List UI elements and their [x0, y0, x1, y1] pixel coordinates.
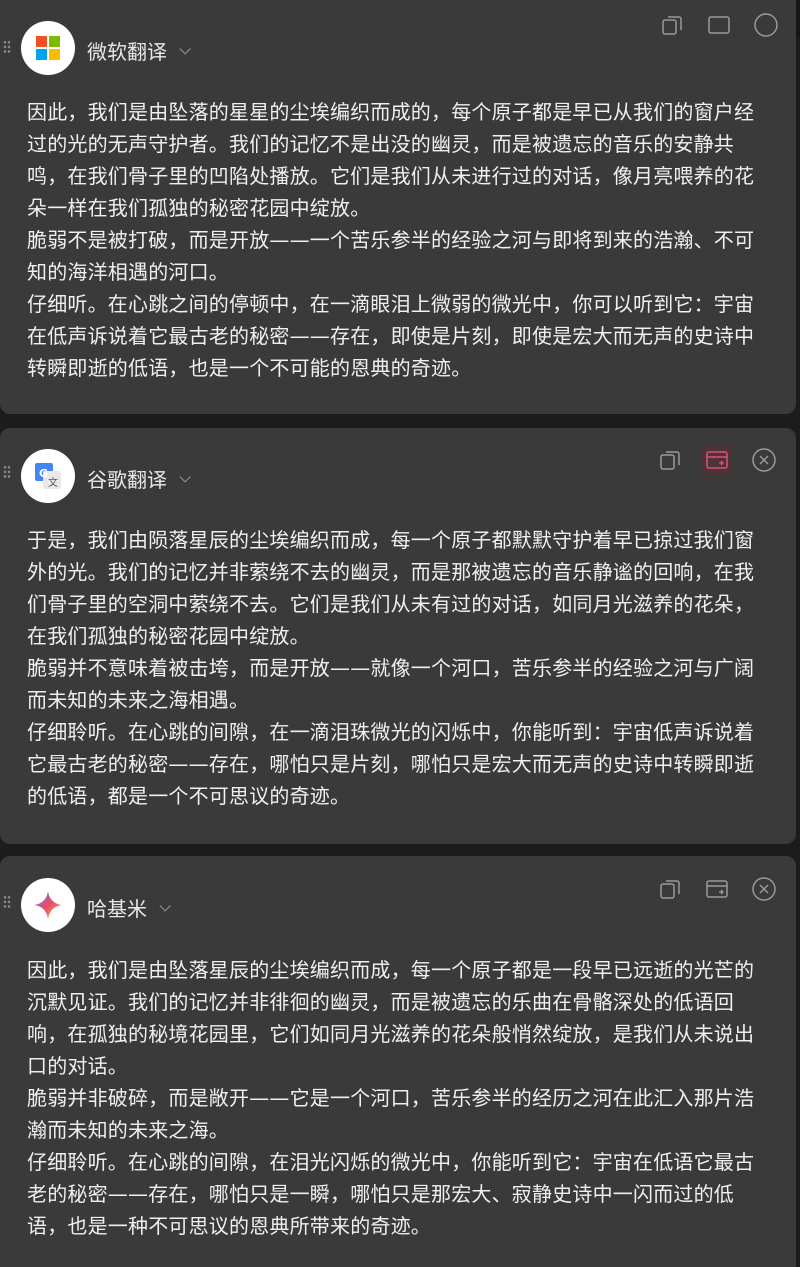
gemini-logo-icon	[21, 878, 75, 932]
engine-name: 微软翻译	[87, 40, 167, 64]
close-button[interactable]	[751, 10, 781, 40]
close-button[interactable]	[749, 874, 779, 904]
translation-text: 因此，我们是由坠落的星星的尘埃编织而成的，每个原子都是早已从我们的窗户经过的光的…	[27, 100, 755, 380]
web-translate-button[interactable]	[704, 10, 734, 40]
web-translate-button[interactable]	[702, 445, 732, 475]
chevron-down-icon	[179, 470, 191, 483]
copy-icon	[660, 451, 680, 470]
panel-tools	[638, 445, 779, 475]
copy-button[interactable]	[655, 445, 685, 475]
chevron-down-icon	[159, 899, 171, 912]
drag-handle[interactable]	[3, 895, 11, 909]
copy-button[interactable]	[657, 10, 687, 40]
panel-tools	[640, 10, 781, 40]
web-translate-icon	[706, 880, 728, 898]
translation-panel-google: G 文 谷歌翻译 于是，我们由陨落星辰的尘埃编织而成，每一个原子都默默守护着早已…	[0, 428, 796, 844]
copy-icon	[662, 16, 682, 35]
web-translate-icon	[706, 451, 728, 469]
translation-panel-gemini: 哈基米 因此，我们是由坠落星辰的尘埃编织而成，每一个原子都是一段早已远逝的光芒的…	[0, 856, 796, 1267]
web-translate-button[interactable]	[702, 874, 732, 904]
copy-icon	[660, 880, 680, 899]
panel-tools	[638, 874, 779, 904]
web-translate-icon	[708, 16, 730, 34]
close-button[interactable]	[749, 445, 779, 475]
close-icon	[752, 448, 776, 472]
svg-text:G: G	[39, 467, 48, 480]
engine-name: 哈基米	[87, 897, 147, 921]
close-icon	[752, 877, 776, 901]
chevron-down-icon	[179, 42, 191, 55]
engine-selector[interactable]: 微软翻译	[87, 36, 191, 65]
svg-text:文: 文	[48, 476, 58, 489]
translation-text: 因此，我们是由坠落星辰的尘埃编织而成，每一个原子都是一段早已远逝的光芒的沉默见证…	[27, 958, 755, 1238]
drag-handle[interactable]	[3, 465, 11, 479]
engine-selector[interactable]: 谷歌翻译	[87, 464, 191, 493]
translation-panel-microsoft: 微软翻译 因此，我们是由坠落的星星的尘埃编织而成的，每个原子都是早已从我们的窗户…	[0, 0, 796, 414]
translation-text: 于是，我们由陨落星辰的尘埃编织而成，每一个原子都默默守护着早已掠过我们窗外的光。…	[27, 528, 755, 808]
google-translate-logo-icon: G 文	[21, 449, 75, 503]
microsoft-logo-icon	[21, 21, 75, 75]
close-icon	[754, 13, 778, 37]
copy-button[interactable]	[655, 874, 685, 904]
engine-name: 谷歌翻译	[87, 468, 167, 492]
drag-handle[interactable]	[3, 40, 11, 54]
engine-selector[interactable]: 哈基米	[87, 893, 171, 922]
